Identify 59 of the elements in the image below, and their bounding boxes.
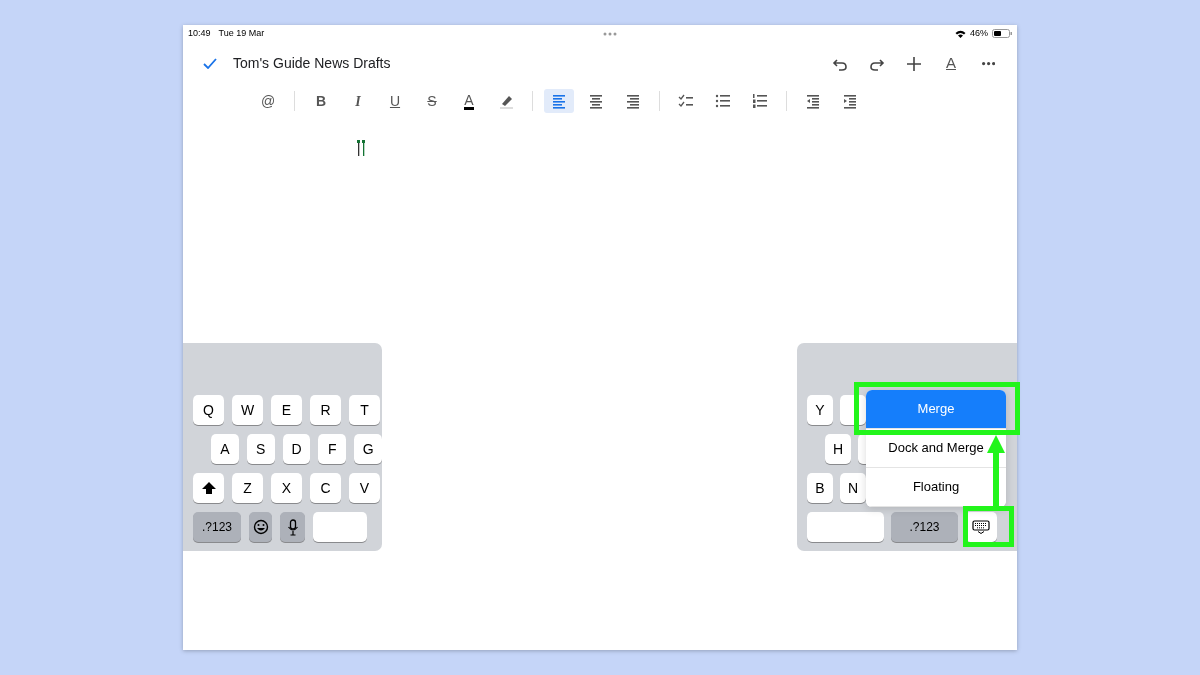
letter-key[interactable]: Z xyxy=(232,473,263,503)
keyboard-icon xyxy=(972,520,990,534)
menu-item[interactable]: Floating xyxy=(866,468,1006,507)
align-right-icon xyxy=(625,93,641,109)
status-time: 10:49 xyxy=(188,26,211,40)
battery-percent: 46% xyxy=(970,26,988,40)
letter-key[interactable]: A xyxy=(211,434,239,464)
letter-key[interactable]: C xyxy=(310,473,341,503)
letter-key[interactable]: Q xyxy=(193,395,224,425)
letter-key[interactable]: R xyxy=(310,395,341,425)
text-format-button[interactable]: A xyxy=(936,51,966,76)
format-button[interactable]: U xyxy=(380,89,410,113)
letter-key[interactable]: N xyxy=(840,473,866,503)
indent-icon xyxy=(842,93,858,109)
letter-key[interactable]: H xyxy=(825,434,851,464)
letter-key[interactable]: D xyxy=(282,434,311,464)
letter-key[interactable]: E xyxy=(271,395,302,425)
numbers-key[interactable]: .?123 xyxy=(891,512,958,542)
format-button[interactable] xyxy=(544,89,574,113)
shift-icon xyxy=(200,481,217,495)
emoji-key[interactable] xyxy=(249,512,272,542)
align-center-icon xyxy=(588,93,604,109)
format-button[interactable]: B xyxy=(306,89,336,113)
multitask-dots-icon xyxy=(602,31,617,36)
emoji-icon xyxy=(252,519,269,535)
menu-item[interactable]: Merge xyxy=(866,390,1006,429)
text-cursor-icon xyxy=(357,140,366,156)
plus-icon xyxy=(906,55,922,72)
letter-key[interactable]: T xyxy=(349,395,380,425)
arrow-drawing xyxy=(987,435,1005,506)
letter-key[interactable]: S xyxy=(246,434,275,464)
letter-key[interactable]: V xyxy=(349,473,380,503)
numbers-key[interactable]: .?123 xyxy=(193,512,241,542)
bulleted-list-icon xyxy=(715,93,731,109)
numbered-list-icon xyxy=(752,93,768,109)
battery-icon xyxy=(992,29,1012,38)
format-button[interactable]: S xyxy=(417,89,447,113)
highlight-frame xyxy=(963,506,1014,547)
letter-key[interactable]: B xyxy=(807,473,833,503)
more-icon xyxy=(981,61,995,66)
microphone-icon xyxy=(286,518,299,536)
letter-key[interactable]: F xyxy=(318,434,347,464)
letter-key[interactable]: Y xyxy=(807,395,833,425)
letter-key[interactable]: G xyxy=(354,434,382,464)
letter-key[interactable]: W xyxy=(232,395,263,425)
shift-key[interactable] xyxy=(193,473,224,503)
document-title: Tom's Guide News Drafts xyxy=(233,54,391,73)
letter-key[interactable]: X xyxy=(271,473,302,503)
wifi-icon xyxy=(955,29,966,38)
status-date: Tue 19 Mar xyxy=(218,26,265,40)
highlighter-icon xyxy=(498,93,514,109)
checkmark-icon xyxy=(203,58,217,69)
checklist-icon xyxy=(678,93,694,109)
format-button[interactable]: I xyxy=(343,89,373,113)
format-button[interactable]: @ xyxy=(253,89,283,113)
align-left-icon xyxy=(551,93,567,109)
mic-key[interactable] xyxy=(280,512,305,542)
outdent-icon xyxy=(805,93,821,109)
format-button[interactable]: A xyxy=(454,89,484,113)
